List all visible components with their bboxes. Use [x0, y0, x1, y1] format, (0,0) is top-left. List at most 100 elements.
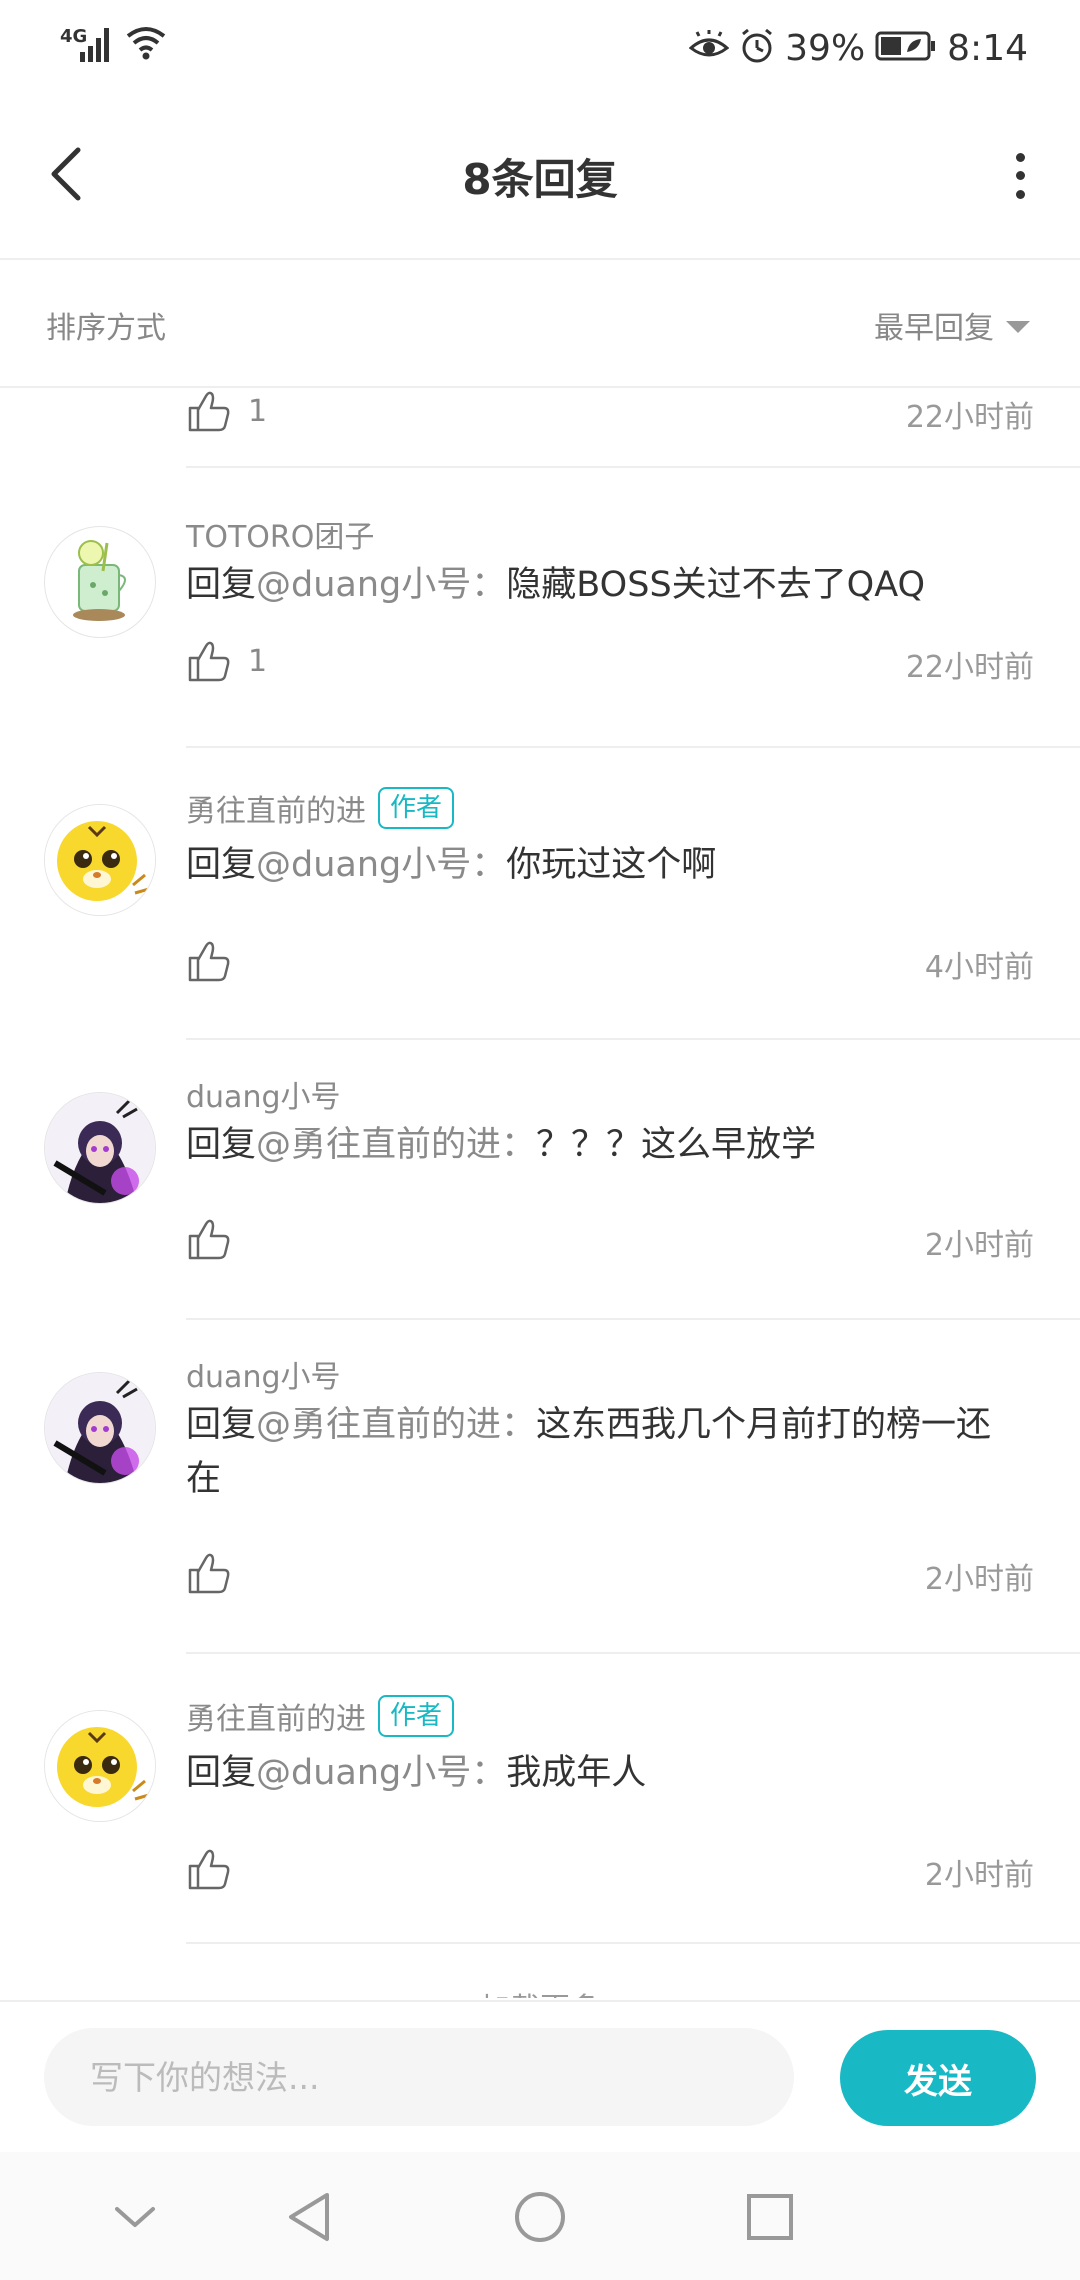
- page-title: 8条回复: [462, 155, 618, 204]
- comment-text: 回复@duang小号：隐藏BOSS关过不去了QAQ: [186, 558, 1020, 612]
- sort-dropdown[interactable]: 最早回复: [874, 303, 1030, 347]
- list-item-partial: 1 22小时前: [0, 388, 1080, 466]
- like-count: 1: [248, 393, 268, 429]
- like-button[interactable]: [186, 1216, 248, 1262]
- nav-back-button[interactable]: [274, 2182, 344, 2252]
- status-bar: 4G 39% 8:14: [0, 0, 1080, 96]
- reply-prefix: 回复: [186, 1125, 257, 1165]
- mention-link[interactable]: @勇往直前的进: [256, 1405, 501, 1445]
- comment-text: 回复@duang小号：你玩过这个啊: [186, 838, 1020, 892]
- comment-text: 回复@勇往直前的进：？？？这么早放学: [186, 1118, 1020, 1172]
- avatar[interactable]: [44, 1092, 156, 1204]
- username-text: duang小号: [186, 1080, 341, 1115]
- nav-recents-button[interactable]: [735, 2182, 805, 2252]
- alarm-icon: [739, 28, 775, 68]
- avatar-anime-image: [45, 1373, 155, 1483]
- send-button[interactable]: 发送: [840, 2030, 1036, 2126]
- more-options-button[interactable]: [1000, 148, 1040, 204]
- mention-link[interactable]: @duang小号: [256, 565, 471, 605]
- list-item[interactable]: duang小号 回复@勇往直前的进：？？？这么早放学 2小时前: [0, 1040, 1080, 1318]
- timestamp: 2小时前: [924, 1858, 1034, 1893]
- author-badge: 作者: [378, 1695, 455, 1737]
- list-item[interactable]: 勇往直前的进 作者 回复@duang小号：你玩过这个啊 4小时前: [0, 748, 1080, 1038]
- nav-collapse-button[interactable]: [100, 2182, 170, 2252]
- mention-separator: ：: [471, 565, 507, 605]
- list-item[interactable]: TOTORO团子 回复@duang小号：隐藏BOSS关过不去了QAQ 1 22小…: [0, 468, 1080, 746]
- username-text: duang小号: [186, 1360, 341, 1395]
- eye-comfort-icon: [688, 30, 730, 66]
- thumbs-up-icon: [188, 941, 230, 982]
- list-item[interactable]: 勇往直前的进 作者 回复@duang小号：我成年人 2小时前: [0, 1654, 1080, 1944]
- comment-input-bar: 发送: [0, 2000, 1080, 2152]
- thumbs-up-icon: [188, 1553, 230, 1594]
- like-button[interactable]: 1: [186, 638, 267, 684]
- avatar-anime-image: [45, 1093, 155, 1203]
- mention-separator: ：: [501, 1405, 537, 1445]
- mention-separator: ：: [471, 845, 507, 885]
- back-triangle-icon: [289, 2193, 329, 2241]
- avatar[interactable]: [44, 804, 156, 916]
- battery-percent: 39%: [785, 27, 866, 69]
- author-badge: 作者: [378, 787, 455, 829]
- home-circle-icon: [515, 2192, 565, 2242]
- avatar-tiger-image: [45, 1711, 155, 1821]
- avatar-tiger-image: [45, 805, 155, 915]
- thumbs-up-icon: [188, 641, 230, 682]
- load-more-link[interactable]: 加载更多: [0, 1984, 1080, 1998]
- avatar[interactable]: [44, 1710, 156, 1822]
- reply-prefix: 回复: [186, 845, 257, 885]
- username[interactable]: TOTORO团子: [186, 512, 374, 556]
- username[interactable]: duang小号: [186, 1352, 341, 1396]
- reply-prefix: 回复: [186, 1405, 257, 1445]
- username-text: 勇往直前的进: [186, 794, 366, 829]
- comment-text: 回复@duang小号：我成年人: [186, 1746, 1020, 1800]
- comment-body: 我成年人: [506, 1753, 647, 1793]
- battery-icon: [875, 30, 937, 66]
- list-item[interactable]: duang小号 回复@勇往直前的进：这东西我几个月前打的榜一还在 2小时前: [0, 1320, 1080, 1654]
- divider: [186, 1942, 1080, 1944]
- reply-list[interactable]: 1 22小时前 TOTORO团子 回复@duang小号：隐藏BOSS关过不去了Q…: [0, 388, 1080, 1998]
- like-button[interactable]: 1: [186, 388, 267, 434]
- system-nav-bar: [0, 2152, 1080, 2280]
- more-dot-icon: [1015, 171, 1025, 181]
- like-button[interactable]: [186, 1550, 248, 1596]
- cellular-signal-icon: 4G: [58, 22, 118, 66]
- timestamp: 22小时前: [905, 400, 1034, 435]
- thumbs-up-icon: [188, 391, 230, 432]
- header-bar: 8条回复: [0, 96, 1080, 260]
- username-text: TOTORO团子: [186, 520, 375, 555]
- avatar[interactable]: [44, 1372, 156, 1484]
- comment-body: 隐藏BOSS关过不去了QAQ: [506, 565, 926, 605]
- username[interactable]: 勇往直前的进 作者: [186, 1694, 455, 1738]
- sort-bar: 排序方式 最早回复: [0, 260, 1080, 388]
- mention-link[interactable]: @duang小号: [256, 845, 471, 885]
- timestamp: 4小时前: [924, 950, 1034, 985]
- like-button[interactable]: [186, 938, 248, 984]
- comment-body: 你玩过这个啊: [506, 845, 717, 885]
- mention-link[interactable]: @duang小号: [256, 1753, 471, 1793]
- comment-body: ？？？这么早放学: [536, 1125, 817, 1165]
- mention-separator: ：: [501, 1125, 537, 1165]
- username[interactable]: duang小号: [186, 1072, 341, 1116]
- clock-time: 8:14: [947, 27, 1028, 69]
- reply-prefix: 回复: [186, 565, 257, 605]
- nav-home-button[interactable]: [505, 2182, 575, 2252]
- comment-input[interactable]: [44, 2028, 794, 2126]
- recents-square-icon: [747, 2194, 793, 2240]
- timestamp: 2小时前: [924, 1228, 1034, 1263]
- username-text: 勇往直前的进: [186, 1702, 366, 1737]
- like-button[interactable]: [186, 1846, 248, 1892]
- reply-prefix: 回复: [186, 1753, 257, 1793]
- dropdown-triangle-icon: [1006, 321, 1030, 333]
- username[interactable]: 勇往直前的进 作者: [186, 786, 455, 830]
- avatar-drink-image: [73, 540, 126, 621]
- more-dot-icon: [1015, 190, 1025, 200]
- timestamp: 2小时前: [924, 1562, 1034, 1597]
- sort-label: 排序方式: [46, 311, 166, 346]
- mention-link[interactable]: @勇往直前的进: [256, 1125, 501, 1165]
- sort-selected-value: 最早回复: [874, 311, 994, 346]
- avatar[interactable]: [44, 526, 156, 638]
- mention-separator: ：: [471, 1753, 507, 1793]
- more-dot-icon: [1015, 152, 1025, 162]
- network-type-label: 4G: [60, 26, 88, 47]
